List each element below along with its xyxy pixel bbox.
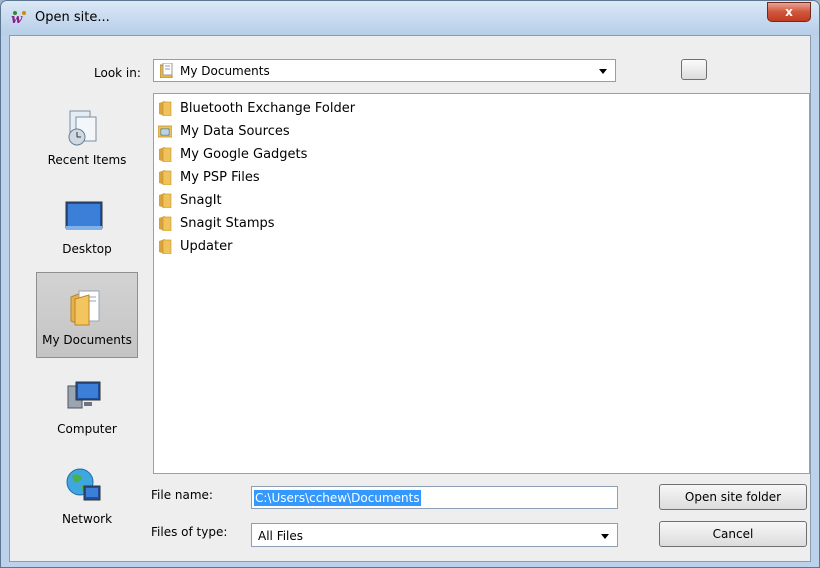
list-item[interactable]: Snagit Stamps bbox=[158, 212, 275, 234]
file-name-input[interactable]: C:\Users\cchew\Documents bbox=[251, 486, 618, 509]
folder-icon bbox=[159, 170, 172, 185]
look-in-label: Look in: bbox=[94, 66, 141, 80]
view-toggle-button[interactable] bbox=[681, 59, 707, 80]
place-label: Recent Items bbox=[47, 153, 127, 167]
folder-icon bbox=[159, 101, 172, 116]
svg-text:w: w bbox=[11, 12, 23, 26]
look-in-value: My Documents bbox=[180, 64, 270, 78]
list-item[interactable]: My Google Gadgets bbox=[158, 143, 307, 165]
folder-icon bbox=[159, 216, 172, 231]
place-computer[interactable]: Computer bbox=[36, 362, 138, 448]
list-item[interactable]: My PSP Files bbox=[158, 166, 260, 188]
look-in-combobox[interactable]: My Documents bbox=[153, 59, 616, 82]
app-icon: w bbox=[11, 11, 26, 26]
file-name: Updater bbox=[180, 238, 233, 254]
place-recent-items[interactable]: Recent Items bbox=[36, 93, 138, 179]
file-name: My PSP Files bbox=[180, 169, 260, 185]
file-list[interactable]: Bluetooth Exchange Folder My Data Source… bbox=[153, 93, 810, 474]
open-site-folder-button[interactable]: Open site folder bbox=[659, 484, 807, 510]
place-network[interactable]: Network bbox=[36, 452, 138, 538]
files-of-type-value: All Files bbox=[258, 529, 304, 543]
place-my-documents[interactable]: My Documents bbox=[36, 272, 138, 358]
place-label: Network bbox=[61, 512, 113, 526]
file-name: SnagIt bbox=[180, 192, 222, 208]
my-documents-icon bbox=[70, 290, 100, 326]
window-title: Open site... bbox=[35, 10, 110, 25]
open-site-folder-label: Open site folder bbox=[684, 490, 782, 504]
file-name: Bluetooth Exchange Folder bbox=[180, 100, 356, 116]
file-name: Snagit Stamps bbox=[180, 215, 275, 231]
open-site-dialog: w Open site... x Look in: My Documents R… bbox=[0, 0, 820, 568]
folder-icon bbox=[159, 147, 172, 162]
list-item[interactable]: My Data Sources bbox=[158, 120, 290, 142]
place-label: Desktop bbox=[62, 242, 112, 256]
cancel-button[interactable]: Cancel bbox=[659, 521, 807, 547]
close-button[interactable]: x bbox=[767, 2, 811, 22]
list-item[interactable]: SnagIt bbox=[158, 189, 222, 211]
recent-items-icon bbox=[68, 110, 97, 146]
data-sources-folder-icon bbox=[158, 125, 172, 138]
places-bar: Recent Items Desktop My Documents Comput… bbox=[10, 93, 146, 563]
list-item[interactable]: Bluetooth Exchange Folder bbox=[158, 97, 355, 119]
computer-icon bbox=[67, 381, 101, 409]
title-bar[interactable]: w Open site... x bbox=[1, 1, 819, 35]
chevron-down-icon[interactable] bbox=[599, 69, 607, 74]
files-of-type-combobox[interactable]: All Files bbox=[251, 523, 618, 547]
folder-icon bbox=[159, 193, 172, 208]
dialog-body: Look in: My Documents Recent Items Deskt… bbox=[9, 35, 811, 562]
place-desktop[interactable]: Desktop bbox=[36, 182, 138, 268]
file-name: My Data Sources bbox=[180, 123, 290, 139]
close-icon: x bbox=[785, 5, 793, 19]
file-name: My Google Gadgets bbox=[180, 146, 308, 162]
network-icon bbox=[66, 468, 101, 501]
list-item[interactable]: Updater bbox=[158, 235, 232, 257]
file-name-label: File name: bbox=[151, 488, 213, 502]
chevron-down-icon[interactable] bbox=[601, 534, 609, 539]
my-documents-small-icon bbox=[160, 63, 173, 78]
folder-icon bbox=[159, 239, 172, 254]
file-name-value[interactable]: C:\Users\cchew\Documents bbox=[254, 490, 421, 506]
place-label: Computer bbox=[57, 422, 117, 436]
desktop-icon bbox=[65, 201, 103, 230]
files-of-type-label: Files of type: bbox=[151, 525, 228, 539]
cancel-label: Cancel bbox=[712, 527, 754, 541]
place-label: My Documents bbox=[42, 333, 132, 347]
